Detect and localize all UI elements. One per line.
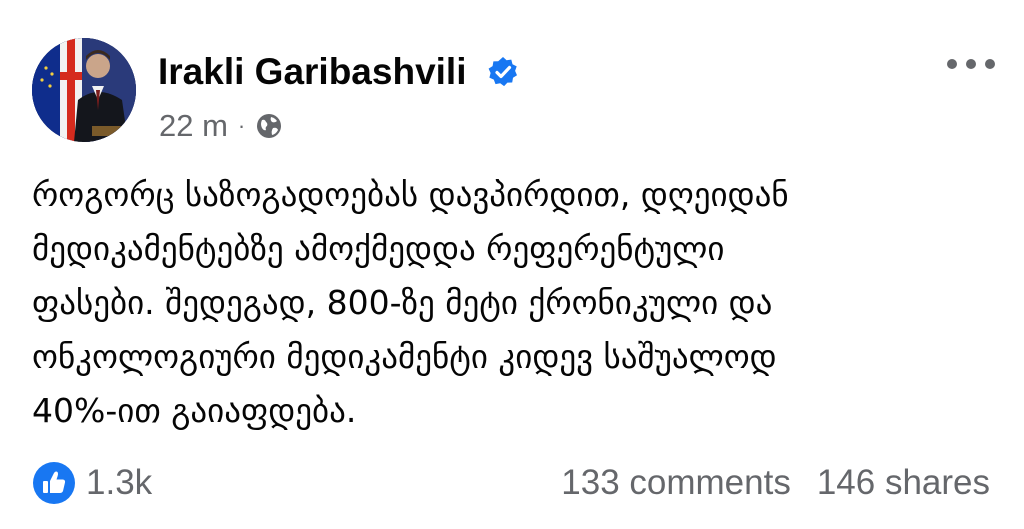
verified-badge-icon — [488, 57, 517, 87]
reactions-summary[interactable]: 1.3k — [32, 460, 152, 506]
post-body: როგორც საზოგადოებას დავპირდით, დღეიდან მ… — [32, 168, 992, 438]
more-dot — [985, 59, 995, 69]
post-text-line: ონკოლოგიური მედიკამენტი კიდევ საშუალოდ — [32, 337, 777, 376]
meta-separator: · — [237, 113, 246, 138]
post-text-line: როგორც საზოგადოებას დავპირდით, დღეიდან — [32, 175, 789, 214]
avatar-photo — [32, 38, 136, 142]
globe-icon[interactable] — [255, 112, 283, 140]
more-dot — [966, 59, 976, 69]
comments-count[interactable]: 133 comments — [561, 463, 791, 503]
engagement-stats: 133 comments 146 shares — [561, 460, 990, 506]
more-dot — [947, 59, 957, 69]
post-text-line: მედიკამენტებზე ამოქმედდა რეფერენტული — [32, 229, 725, 268]
post-timestamp[interactable]: 22 m — [159, 108, 228, 144]
post-text-line: ფასები. შედეგად, 800-ზე მეტი ქრონიკული დ… — [32, 283, 773, 322]
reactions-count: 1.3k — [86, 463, 153, 502]
more-options-icon[interactable] — [947, 52, 995, 76]
author-name[interactable]: Irakli Garibashvili — [158, 50, 466, 94]
post-text-line: 40%-ით გაიაფდება. — [32, 391, 357, 430]
like-icon — [33, 462, 75, 504]
shares-count[interactable]: 146 shares — [817, 463, 990, 503]
author-avatar[interactable] — [32, 38, 136, 142]
post-meta: 22 m · — [159, 106, 283, 146]
